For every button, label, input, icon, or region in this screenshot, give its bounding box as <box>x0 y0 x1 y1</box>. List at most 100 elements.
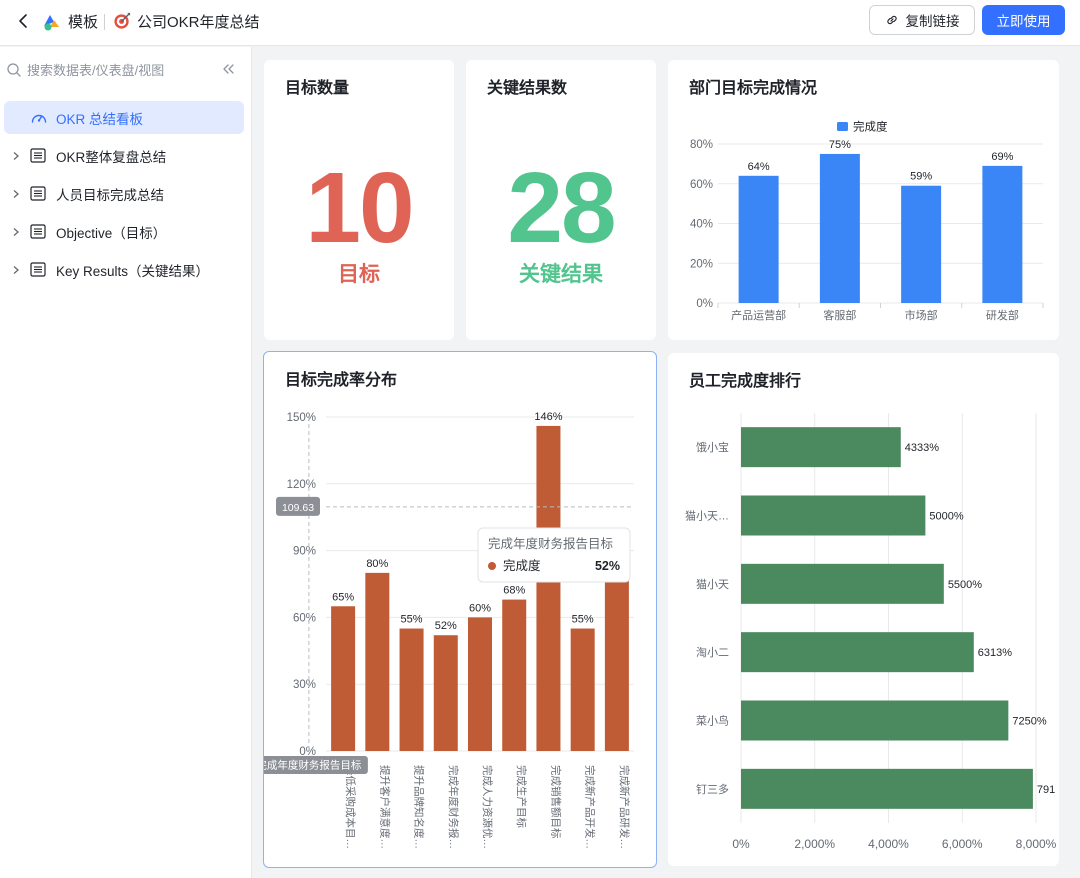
x-tick-label: 提升客户满意度… <box>378 765 391 849</box>
y-tick-label: 40% <box>690 219 713 231</box>
bar <box>741 495 926 536</box>
x-tick-label: 4,000% <box>868 837 909 851</box>
bar <box>741 768 1033 809</box>
employee-ranking-chart: 0% 2,000% 4,000% 6,000% 8,000% 4333% 饿小宝 5000% 猫… <box>685 413 1057 851</box>
target-icon <box>114 12 131 29</box>
x-tick-label: 客服部 <box>823 308 856 322</box>
bar <box>570 628 595 751</box>
data-label: 59% <box>910 171 932 183</box>
card-title: 关键结果数 <box>487 80 568 97</box>
y-tick-label: 钉三多 <box>696 782 729 796</box>
sidebar-item-label: OKR整体复盘总结 <box>56 149 167 165</box>
y-tick-label: 80% <box>690 139 713 151</box>
chevron-right-icon[interactable] <box>6 189 26 199</box>
data-label: 55% <box>401 614 423 626</box>
chevron-right-icon[interactable] <box>6 265 26 275</box>
goal-count-label: 目标 <box>338 263 380 286</box>
y-tick-label: 60% <box>690 179 713 191</box>
sidebar-item-label: Objective（目标） <box>56 225 167 241</box>
data-label: 64% <box>748 161 770 173</box>
table-icon <box>30 148 48 164</box>
key-result-count-label: 关键结果 <box>519 263 603 286</box>
data-label: 791 <box>1037 784 1055 796</box>
bar <box>901 185 942 303</box>
data-label: 5000% <box>929 511 963 523</box>
bar <box>365 572 390 751</box>
y-tick-label: 猫小天… <box>685 510 729 523</box>
chevron-right-icon[interactable] <box>6 227 26 237</box>
x-tick-label: 完成年度财务报… <box>447 765 460 849</box>
department-completion-chart: 完成度 0% 20% 40% 60% 80% 64% 产品运营部 75% 客服部 59% 市场部 69%… <box>690 120 1044 322</box>
module-label[interactable]: 模板 <box>68 11 98 32</box>
tooltip-series: 完成度 <box>503 558 541 573</box>
sidebar-search <box>6 59 206 81</box>
x-tick-label: 提升品牌知名度… <box>413 765 426 849</box>
sidebar-item-objective[interactable]: Objective（目标） <box>4 215 244 248</box>
goal-count-card[interactable]: 目标数量 10 目标 <box>264 60 454 340</box>
x-tick-label: 0% <box>732 837 750 851</box>
sidebar-item-okr-review[interactable]: OKR整体复盘总结 <box>4 139 244 172</box>
collapse-sidebar-icon[interactable] <box>220 61 236 77</box>
search-input[interactable] <box>27 62 197 78</box>
x-tick-label: 降低采购成本目… <box>344 765 357 849</box>
sidebar-item-personnel-summary[interactable]: 人员目标完成总结 <box>4 177 244 210</box>
y-tick-label: 150% <box>287 412 316 424</box>
data-label: 69% <box>991 151 1013 163</box>
bar <box>502 599 527 751</box>
department-completion-card[interactable]: 部门目标完成情况 完成度 0% 20% 40% 60% 80% 64% 产品运营部 75% 客服部… <box>668 60 1059 340</box>
chevron-right-icon[interactable] <box>6 151 26 161</box>
data-label: 7250% <box>1012 716 1046 728</box>
sidebar-item-label: Key Results（关键结果） <box>56 263 210 279</box>
data-label: 4333% <box>905 442 939 454</box>
tooltip-swatch <box>488 562 496 570</box>
data-label: 55% <box>572 614 594 626</box>
bar <box>741 700 1009 741</box>
data-label: 75% <box>829 139 851 151</box>
data-label: 146% <box>534 411 562 423</box>
top-bar: 模板 公司OKR年度总结 复制链接 立即使用 <box>0 0 1080 46</box>
sidebar-item-label: OKR 总结看板 <box>56 111 144 127</box>
data-label: 5500% <box>948 579 982 591</box>
bar <box>399 628 424 751</box>
bar <box>738 175 779 303</box>
x-tick-label: 研发部 <box>986 308 1019 322</box>
bar <box>604 559 629 751</box>
key-result-count-card[interactable]: 关键结果数 28 关键结果 <box>466 60 656 340</box>
data-label: 60% <box>469 602 491 614</box>
sidebar-item-okr-dashboard[interactable]: OKR 总结看板 <box>4 101 244 134</box>
sidebar: OKR 总结看板 OKR整体复盘总结 人员目标完成总结 Objective（目标… <box>0 47 252 878</box>
y-tick-label: 0% <box>696 298 713 310</box>
bar <box>741 632 974 673</box>
y-tick-label: 猫小天 <box>696 578 729 591</box>
key-result-count-value: 28 <box>507 152 616 264</box>
employee-ranking-card[interactable]: 员工完成度排行 0% 2,000% 4,000% 6,000% 8,000% 4333% 饿… <box>668 353 1059 866</box>
sidebar-item-label: 人员目标完成总结 <box>56 187 164 203</box>
x-tick-label: 市场部 <box>905 308 938 322</box>
bar <box>982 165 1023 303</box>
table-icon <box>30 186 48 202</box>
y-tick-label: 淘小二 <box>696 646 729 659</box>
completion-rate-distribution-card[interactable]: 目标完成率分布 0% 30% 60% 90% 120% 150% 65% 降低采购成本目… 80… <box>263 351 657 868</box>
y-tick-label: 120% <box>287 479 316 491</box>
search-icon <box>7 63 21 77</box>
legend-swatch <box>837 122 848 131</box>
x-tick-label: 完成生产目标 <box>515 765 528 828</box>
bar <box>331 606 356 751</box>
goal-count-value: 10 <box>305 152 414 264</box>
y-tick-label: 60% <box>293 612 316 624</box>
copy-link-button[interactable]: 复制链接 <box>869 5 975 35</box>
y-tick-label: 菜小鸟 <box>696 714 729 728</box>
x-tick-label: 完成销售额目标 <box>549 765 562 839</box>
table-icon <box>30 262 48 278</box>
sidebar-item-key-results[interactable]: Key Results（关键结果） <box>4 253 244 286</box>
x-tick-label: 6,000% <box>942 837 983 851</box>
y-tick-label: 20% <box>690 258 713 270</box>
x-tick-label: 完成人力资源优… <box>481 765 494 849</box>
use-now-button[interactable]: 立即使用 <box>982 5 1065 35</box>
x-tick-label: 完成新产品研发… <box>618 765 631 849</box>
data-label: 65% <box>332 591 354 603</box>
y-tick-label: 90% <box>293 546 316 558</box>
back-arrow-icon[interactable] <box>14 11 34 31</box>
completion-rate-distribution-chart: 0%30%60%90%120%150%65%降低采购成本目…80%提升客户满意度… <box>264 411 634 849</box>
x-tick-label: 8,000% <box>1016 837 1057 851</box>
